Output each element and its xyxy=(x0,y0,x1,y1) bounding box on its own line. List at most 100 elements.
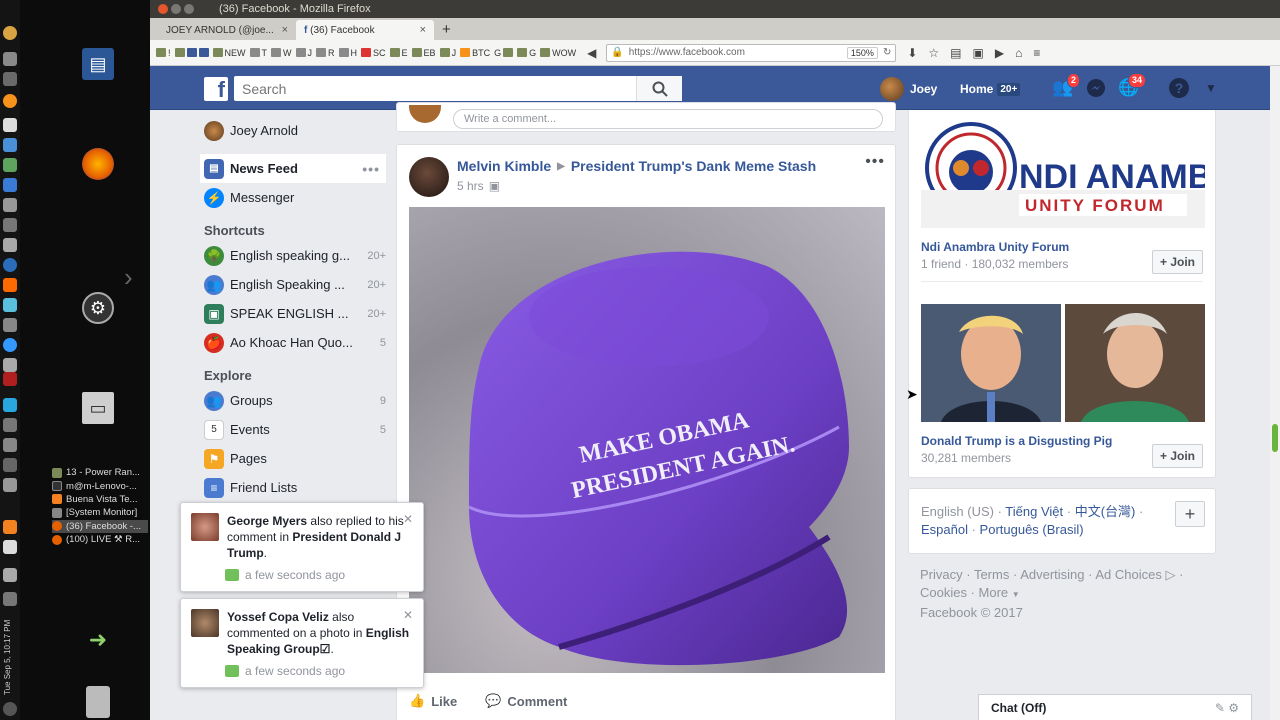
task-item[interactable]: m@m-Lenovo-... xyxy=(52,479,148,492)
app-icon[interactable] xyxy=(3,398,17,412)
ubuntu-icon[interactable]: ⚙ xyxy=(82,292,114,324)
bookmark-item[interactable]: R xyxy=(316,48,335,58)
bookmark-item[interactable] xyxy=(174,48,209,57)
footer-link[interactable]: Cookies xyxy=(920,585,967,600)
app-icon[interactable] xyxy=(3,198,17,212)
scrollbar-thumb[interactable] xyxy=(1272,424,1278,452)
compose-icon[interactable]: ✎ xyxy=(1215,701,1225,715)
app-icon[interactable] xyxy=(3,478,17,492)
app-icon[interactable] xyxy=(3,218,17,232)
app-icon[interactable] xyxy=(3,278,17,292)
bookmark-star-icon[interactable]: ☆ xyxy=(928,46,939,60)
close-icon[interactable]: ✕ xyxy=(403,607,413,623)
firefox-icon[interactable] xyxy=(82,148,114,180)
page-scrollbar[interactable] xyxy=(1270,66,1280,720)
user-move-icon[interactable]: ➜ xyxy=(82,624,114,656)
back-icon[interactable]: ◀ xyxy=(587,46,596,60)
app-icon[interactable] xyxy=(3,338,17,352)
close-icon[interactable]: ✕ xyxy=(403,511,413,527)
app-icon[interactable] xyxy=(3,238,17,252)
bookmark-item[interactable]: G xyxy=(494,48,514,58)
url-bar[interactable]: 🔒 https://www.facebook.com 150% ↻ xyxy=(606,43,897,62)
bookmark-item[interactable]: WOW xyxy=(540,48,576,58)
join-group-button[interactable]: + Join xyxy=(1151,250,1203,274)
bookmark-item[interactable]: SC xyxy=(361,48,386,58)
author-link[interactable]: Melvin Kimble xyxy=(457,158,551,174)
explore-groups-item[interactable]: 👥 Groups 9 xyxy=(200,386,386,415)
bookmark-item[interactable]: G xyxy=(517,48,536,58)
comment-input[interactable]: Write a comment... xyxy=(453,109,883,129)
shortcut-item[interactable]: ▣ SPEAK ENGLISH ... 20+ xyxy=(200,299,386,328)
power-icon[interactable] xyxy=(3,702,17,716)
app-icon[interactable] xyxy=(3,438,17,452)
footer-link[interactable]: Ad Choices xyxy=(1095,567,1161,582)
author-avatar[interactable] xyxy=(409,157,449,197)
profile-nav-item[interactable]: Joey Arnold xyxy=(200,116,386,145)
bitcoin-icon[interactable] xyxy=(3,94,17,108)
task-item[interactable]: [System Monitor] xyxy=(52,506,148,519)
language-link[interactable]: Español xyxy=(921,522,968,537)
trash-icon[interactable] xyxy=(86,686,110,718)
explore-events-item[interactable]: 5 Events 5 xyxy=(200,415,386,444)
app-icon[interactable] xyxy=(3,26,17,40)
language-link[interactable]: 中文(台灣) xyxy=(1075,504,1136,519)
globe-notifications-icon[interactable]: 🌐 34 xyxy=(1118,73,1146,98)
notification-toast[interactable]: ✕ George Myers also replied to his comme… xyxy=(180,502,424,592)
more-languages-button[interactable]: + xyxy=(1175,501,1205,527)
task-item[interactable]: 13 - Power Ran... xyxy=(52,466,148,479)
search-button[interactable] xyxy=(636,76,682,101)
help-icon[interactable]: ? xyxy=(1169,78,1189,98)
task-item[interactable]: (36) Facebook -... xyxy=(52,519,148,533)
facebook-logo-icon[interactable]: f xyxy=(204,77,228,101)
post-timestamp[interactable]: 5 hrs ▣ xyxy=(457,179,500,193)
url-text[interactable]: https://www.facebook.com xyxy=(629,47,842,58)
library-icon[interactable]: ▤ xyxy=(950,46,961,60)
footer-link[interactable]: Advertising xyxy=(1020,567,1084,582)
friend-requests-icon[interactable]: 👥 2 xyxy=(1052,73,1080,98)
window-minimize-button[interactable] xyxy=(171,4,181,14)
app-icon[interactable] xyxy=(3,178,17,192)
messenger-nav-item[interactable]: ⚡ Messenger xyxy=(200,183,386,212)
tab-twitter[interactable]: JOEY ARNOLD (@joe... × xyxy=(158,20,296,40)
bookmark-item[interactable]: EB xyxy=(411,48,436,58)
footer-link[interactable]: Terms xyxy=(974,567,1009,582)
bookmark-item[interactable]: T xyxy=(249,48,267,58)
bookmark-item[interactable]: J xyxy=(295,48,312,58)
home-icon[interactable]: ⌂ xyxy=(1015,46,1022,60)
app-icon[interactable] xyxy=(3,118,17,132)
bookmark-item[interactable]: ! xyxy=(156,48,171,58)
shortcut-item[interactable]: 👥 English Speaking ... 20+ xyxy=(200,270,386,299)
task-item[interactable]: (100) LIVE ⚒ R... xyxy=(52,533,148,546)
filezilla-icon[interactable] xyxy=(3,372,17,386)
gear-icon[interactable]: ⚙ xyxy=(1228,701,1239,715)
task-item[interactable]: Buena Vista Te... xyxy=(52,493,148,506)
window-maximize-button[interactable] xyxy=(184,4,194,14)
bookmark-item[interactable]: W xyxy=(271,48,292,58)
chat-bar[interactable]: Chat (Off) ✎ ⚙ xyxy=(978,694,1252,720)
explore-pages-item[interactable]: ⚑ Pages xyxy=(200,444,386,473)
close-icon[interactable]: × xyxy=(420,24,426,36)
window-close-button[interactable] xyxy=(158,4,168,14)
document-icon[interactable]: ▤ xyxy=(82,48,114,80)
vlc-icon[interactable] xyxy=(3,520,17,534)
bookmark-item[interactable]: E xyxy=(389,48,408,58)
search-input[interactable] xyxy=(234,77,636,100)
zoom-level[interactable]: 150% xyxy=(846,46,878,59)
dropdown-caret-icon[interactable]: ▼ xyxy=(1200,78,1222,98)
language-link[interactable]: Português (Brasil) xyxy=(980,522,1084,537)
wifi-icon[interactable] xyxy=(3,540,17,554)
chevron-right-icon[interactable]: › xyxy=(124,262,133,293)
like-button[interactable]: 👍 Like xyxy=(409,693,457,709)
screenshot-icon[interactable]: ▣ xyxy=(973,46,984,60)
bookmark-item[interactable]: J xyxy=(439,48,456,58)
tab-facebook[interactable]: f (36) Facebook × xyxy=(296,20,434,40)
close-icon[interactable]: × xyxy=(282,24,288,36)
post-options-icon[interactable]: ••• xyxy=(865,153,885,171)
shortcut-item[interactable]: 🍎 Ao Khoac Han Quo... 5 xyxy=(200,328,386,357)
archive-icon[interactable]: ▭ xyxy=(82,392,114,424)
app-icon[interactable] xyxy=(3,138,17,152)
new-tab-button[interactable]: + xyxy=(434,21,459,38)
app-icon[interactable] xyxy=(3,72,17,86)
bookmark-item[interactable]: H xyxy=(338,48,357,58)
app-icon[interactable] xyxy=(3,418,17,432)
